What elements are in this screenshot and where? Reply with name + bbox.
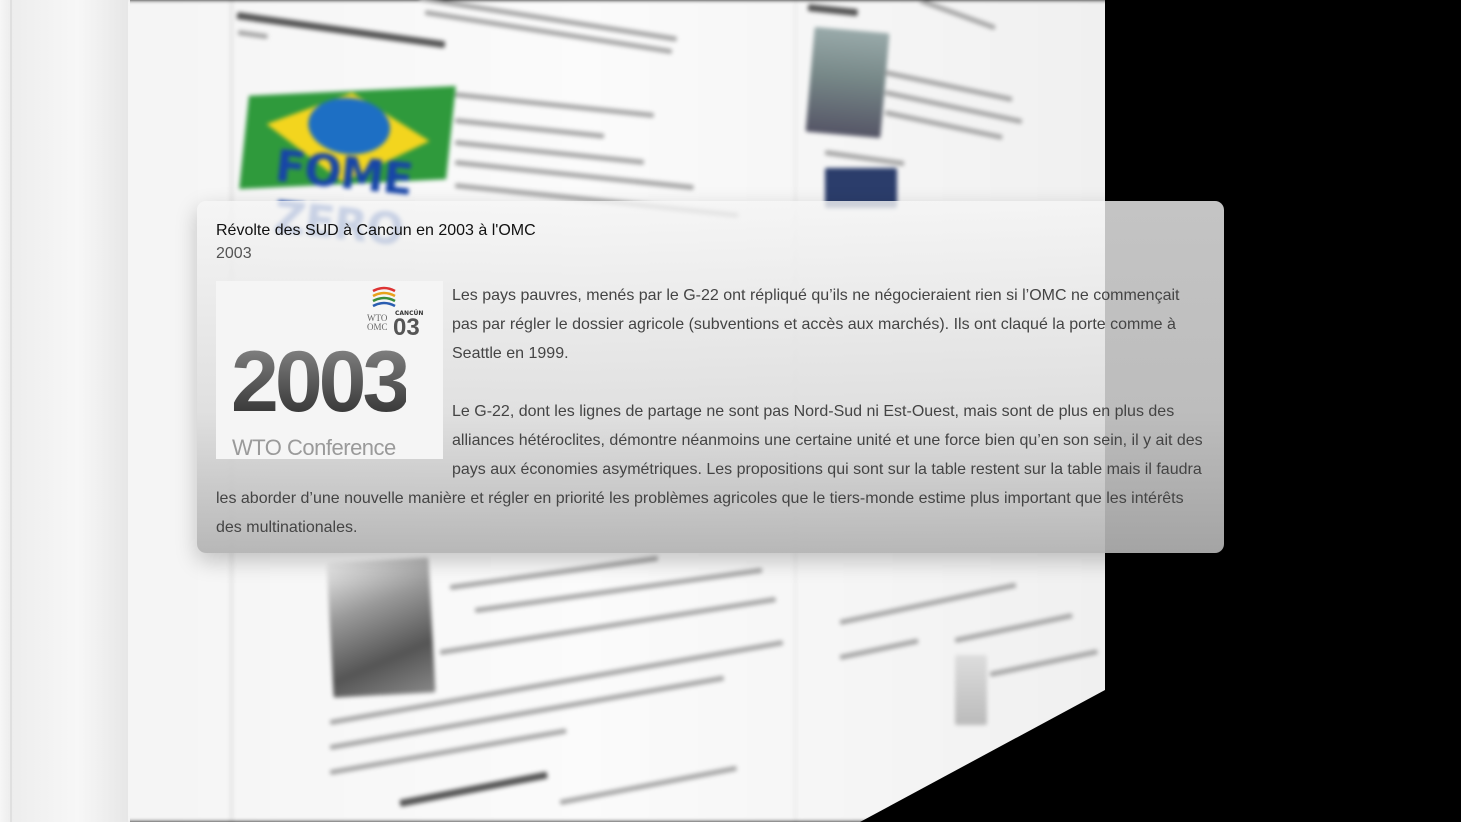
event-title: Révolte des SUD à Cancun en 2003 à l'OMC [216, 222, 536, 239]
event-date: 2003 [216, 245, 252, 262]
event-detail-card: Révolte des SUD à Cancun en 2003 à l'OMC… [197, 201, 1224, 553]
event-image: WTO OMC CANCÚN 03 2003 WTO Conference [216, 281, 443, 459]
event-image-caption: WTO Conference [232, 435, 396, 459]
background-left-margin [0, 0, 130, 822]
wto-logo-icon: WTO OMC CANCÚN 03 [367, 285, 427, 341]
event-body: WTO OMC CANCÚN 03 2003 WTO Conference Les… [216, 281, 1206, 542]
background-flag-image: FOME ZERO [239, 65, 456, 256]
event-image-year: 2003 [231, 334, 410, 430]
